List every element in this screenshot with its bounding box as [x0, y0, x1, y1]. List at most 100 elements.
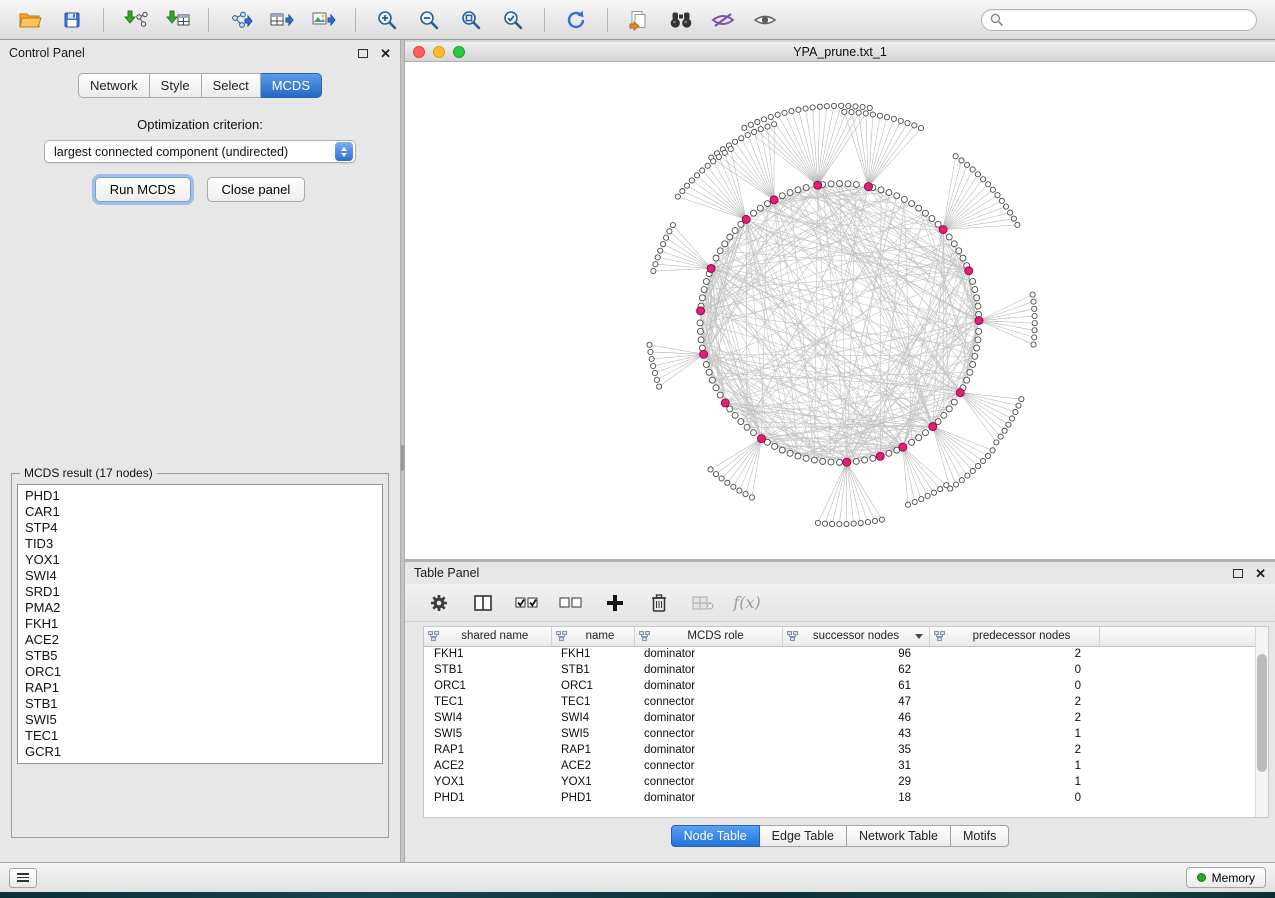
import-table-button[interactable]: [157, 4, 197, 36]
node-table-row[interactable]: STB1STB1dominator620: [424, 662, 1268, 678]
mcds-result-item[interactable]: STB1: [25, 696, 375, 712]
column-header-shared-name[interactable]: shared name: [424, 627, 551, 646]
column-header-successor-nodes[interactable]: successor nodes: [782, 627, 929, 646]
unselect-all-icon: [559, 595, 583, 611]
criterion-select-value: largest connected component (undirected): [54, 145, 288, 159]
tab-node-table[interactable]: Node Table: [671, 825, 760, 847]
close-window-icon[interactable]: [413, 46, 425, 58]
zoom-fit-button[interactable]: [451, 4, 491, 36]
table-scrollbar[interactable]: [1255, 627, 1268, 817]
node-table-row[interactable]: ORC1ORC1dominator610: [424, 678, 1268, 694]
mcds-result-item[interactable]: CAR1: [25, 504, 375, 520]
network-canvas[interactable]: [405, 62, 1275, 559]
table-panel: Table Panel ✕ f(x): [405, 562, 1275, 862]
run-mcds-button[interactable]: Run MCDS: [95, 177, 191, 202]
column-header-name[interactable]: name: [551, 627, 634, 646]
float-panel-icon[interactable]: [358, 49, 368, 58]
delete-column-button[interactable]: [645, 589, 673, 617]
node-table-row[interactable]: SWI4SWI4dominator462: [424, 710, 1268, 726]
create-column-button[interactable]: [601, 589, 629, 617]
zoom-in-button[interactable]: [367, 4, 407, 36]
tab-style[interactable]: Style: [150, 73, 202, 98]
search-binoculars-button[interactable]: [661, 4, 701, 36]
show-graphics-details-icon: [753, 11, 777, 29]
divider-handle-icon[interactable]: [401, 445, 404, 471]
table-settings-button[interactable]: [425, 589, 453, 617]
network-graph[interactable]: [405, 62, 1275, 559]
export-network-button[interactable]: [220, 4, 260, 36]
tab-network[interactable]: Network: [78, 73, 150, 98]
mcds-result-item[interactable]: RAP1: [25, 680, 375, 696]
node-table-row[interactable]: ACE2ACE2connector311: [424, 758, 1268, 774]
memory-status-icon: [1197, 873, 1206, 882]
function-builder-button[interactable]: f(x): [733, 589, 761, 617]
import-network-button[interactable]: [115, 4, 155, 36]
delete-table-button[interactable]: [689, 589, 717, 617]
zoom-out-button[interactable]: [409, 4, 449, 36]
close-table-panel-icon[interactable]: ✕: [1255, 567, 1266, 580]
export-network-icon: [227, 9, 253, 31]
sort-chevron-icon[interactable]: [915, 634, 923, 639]
export-table-button[interactable]: [262, 4, 302, 36]
copy-network-button[interactable]: [619, 4, 659, 36]
table-scrollbar-thumb[interactable]: [1257, 654, 1267, 772]
mcds-result-item[interactable]: YOX1: [25, 552, 375, 568]
mcds-result-item[interactable]: TEC1: [25, 728, 375, 744]
control-panel-header: Control Panel ✕: [0, 42, 400, 64]
memory-label: Memory: [1212, 871, 1255, 885]
mcds-result-item[interactable]: SWI4: [25, 568, 375, 584]
mcds-result-item[interactable]: PHD1: [25, 488, 375, 504]
mcds-result-item[interactable]: ORC1: [25, 664, 375, 680]
node-table-row[interactable]: SWI5SWI5connector431: [424, 726, 1268, 742]
mcds-result-item[interactable]: GCR1: [25, 744, 375, 760]
trash-icon: [650, 593, 668, 613]
mcds-result-item[interactable]: SWI5: [25, 712, 375, 728]
mcds-result-item[interactable]: ACE2: [25, 632, 375, 648]
mcds-result-item[interactable]: SRD1: [25, 584, 375, 600]
show-graphics-details-button[interactable]: [745, 4, 785, 36]
toolbar-separator: [355, 8, 356, 32]
refresh-view-button[interactable]: [556, 4, 596, 36]
mcds-result-item[interactable]: PMA2: [25, 600, 375, 616]
open-session-button[interactable]: [10, 4, 50, 36]
column-type-icon: [787, 631, 798, 641]
close-panel-icon[interactable]: ✕: [380, 47, 391, 60]
mcds-result-item[interactable]: FKH1: [25, 616, 375, 632]
table-tabs: Node TableEdge TableNetwork TableMotifs: [405, 825, 1275, 847]
table-toolbar: f(x): [405, 584, 1275, 622]
zoom-selected-button[interactable]: [493, 4, 533, 36]
close-panel-button[interactable]: Close panel: [207, 177, 306, 202]
tab-edge-table[interactable]: Edge Table: [760, 825, 847, 847]
select-all-columns-button[interactable]: [513, 589, 541, 617]
tab-network-table[interactable]: Network Table: [847, 825, 951, 847]
node-table-row[interactable]: YOX1YOX1connector291: [424, 774, 1268, 790]
import-network-icon: [122, 9, 148, 31]
mcds-result-item[interactable]: TID3: [25, 536, 375, 552]
mcds-result-item[interactable]: STP4: [25, 520, 375, 536]
search-field[interactable]: [981, 9, 1257, 31]
tab-select[interactable]: Select: [202, 73, 261, 98]
save-session-button[interactable]: [52, 4, 92, 36]
export-image-button[interactable]: [304, 4, 344, 36]
column-header-MCDS-role[interactable]: MCDS role: [634, 627, 782, 646]
node-table[interactable]: shared namenameMCDS rolesuccessor nodesp…: [423, 626, 1269, 818]
search-input[interactable]: [1008, 13, 1248, 27]
show-columns-button[interactable]: [469, 589, 497, 617]
column-header-predecessor-nodes[interactable]: predecessor nodes: [929, 627, 1099, 646]
tab-mcds[interactable]: MCDS: [261, 73, 322, 98]
status-menu-button[interactable]: [9, 868, 37, 888]
memory-button[interactable]: Memory: [1186, 867, 1266, 888]
maximize-window-icon[interactable]: [453, 46, 465, 58]
node-table-row[interactable]: TEC1TEC1connector472: [424, 694, 1268, 710]
minimize-window-icon[interactable]: [433, 46, 445, 58]
mcds-result-item[interactable]: STB5: [25, 648, 375, 664]
unselect-all-columns-button[interactable]: [557, 589, 585, 617]
float-table-panel-icon[interactable]: [1233, 569, 1243, 578]
node-table-row[interactable]: PHD1PHD1dominator180: [424, 790, 1268, 806]
mcds-result-list[interactable]: PHD1CAR1STP4TID3YOX1SWI4SRD1PMA2FKH1ACE2…: [17, 484, 383, 764]
node-table-row[interactable]: RAP1RAP1dominator352: [424, 742, 1268, 758]
hide-graphics-details-button[interactable]: [703, 4, 743, 36]
node-table-row[interactable]: FKH1FKH1dominator962: [424, 646, 1268, 662]
tab-motifs[interactable]: Motifs: [951, 825, 1009, 847]
criterion-select[interactable]: largest connected component (undirected): [44, 140, 356, 163]
